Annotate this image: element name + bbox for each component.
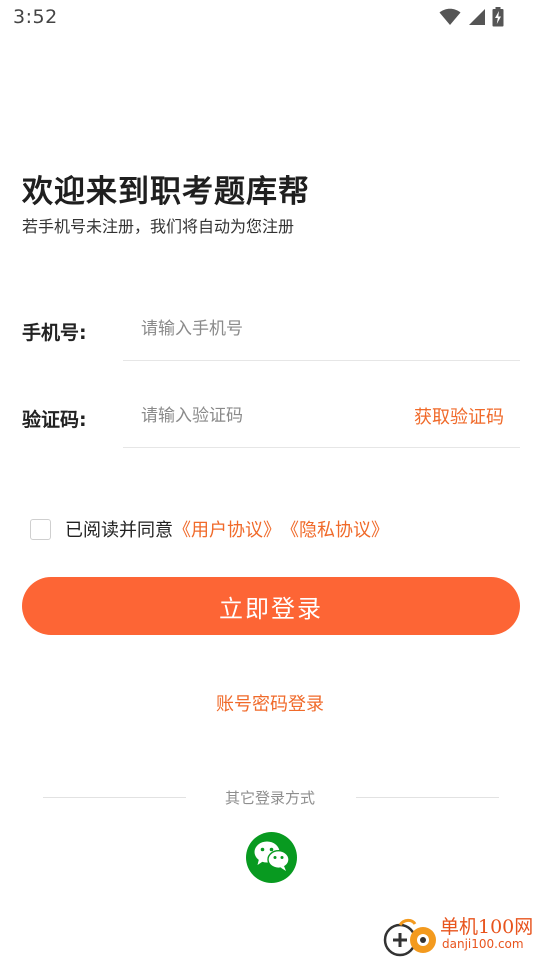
watermark: 单机100网 danji100.com (382, 910, 534, 958)
verification-code-input[interactable] (141, 401, 391, 431)
verification-code-row: 验证码: 获取验证码 (22, 387, 520, 448)
get-code-button[interactable]: 获取验证码 (414, 403, 504, 429)
verification-code-label: 验证码: (22, 409, 87, 431)
phone-row: 手机号: (22, 300, 520, 361)
wechat-icon (253, 840, 291, 876)
watermark-logo-icon (382, 918, 440, 962)
signal-icon (467, 8, 486, 26)
phone-field (123, 300, 520, 361)
account-password-login-link[interactable]: 账号密码登录 (0, 690, 540, 716)
wifi-icon (439, 8, 461, 26)
watermark-url: danji100.com (442, 937, 524, 951)
agreement-checkbox[interactable] (30, 518, 51, 540)
user-agreement-link[interactable]: 《用户协议》 (173, 516, 281, 542)
status-icons (439, 7, 504, 27)
phone-input[interactable] (141, 314, 391, 344)
other-login-label: 其它登录方式 (224, 789, 315, 807)
watermark-brand: 单机100网 (440, 916, 534, 938)
page-subtitle: 若手机号未注册，我们将自动为您注册 (22, 217, 295, 236)
login-button[interactable]: 立即登录 (22, 577, 520, 635)
status-time: 3:52 (13, 6, 58, 28)
status-bar: 3:52 (0, 0, 540, 36)
agreement: 已阅读并同意 《用户协议》 《隐私协议》 (30, 516, 389, 542)
phone-label: 手机号: (22, 322, 87, 344)
battery-charging-icon (492, 7, 504, 27)
privacy-policy-link[interactable]: 《隐私协议》 (281, 516, 389, 542)
verification-code-field: 获取验证码 (123, 387, 520, 448)
wechat-login-button[interactable] (246, 832, 297, 883)
agreement-text: 已阅读并同意 (65, 520, 173, 541)
page-title: 欢迎来到职考题库帮 (22, 174, 310, 210)
